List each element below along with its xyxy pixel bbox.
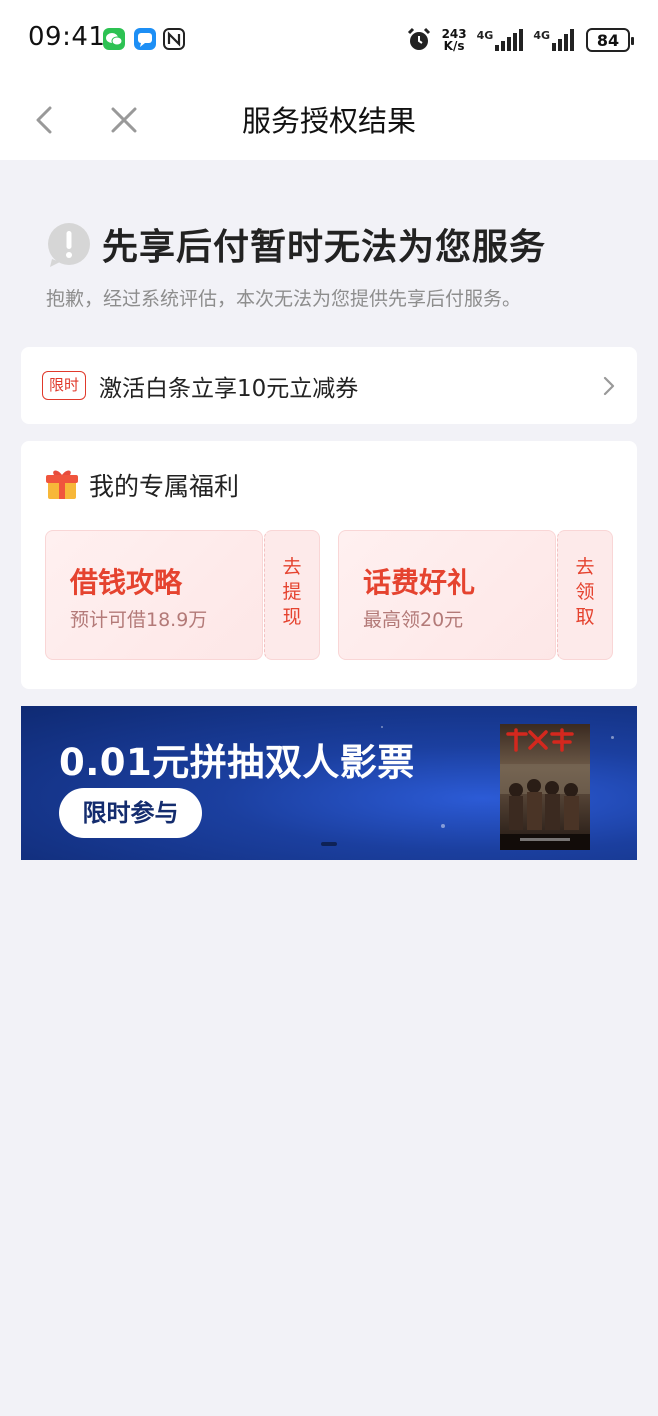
status-time: 09:41 [28,22,106,52]
carousel-indicator [321,842,337,846]
coupon-action-char: 现 [282,606,302,628]
battery-level: 84 [596,30,620,50]
benefits-card: 我的专属福利 借钱攻略 预计可借18.9万 去 提 现 话费好礼 最高领20元 … [21,441,637,689]
promo-row[interactable]: 限时 激活白条立享10元立减券 [21,347,637,424]
wechat-icon [103,28,125,50]
chevron-right-icon [603,376,615,396]
claim-button[interactable]: 去 领 取 [557,530,613,660]
chat-bubble-icon [134,28,156,50]
coupon-subtitle: 最高领20元 [363,609,464,631]
sparkle [611,736,614,739]
sparkle [441,824,445,828]
gift-icon [46,470,78,499]
status-bar: 09:41 243 K/s 4G 4G 84 [0,0,658,80]
movie-ticket-banner[interactable]: 0.01元拼抽双人影票 限时参与 [21,706,637,860]
limited-badge: 限时 [42,371,87,400]
join-now-button[interactable]: 限时参与 [59,788,202,838]
result-heading: 先享后付暂时无法为您服务 [46,218,546,270]
result-title: 先享后付暂时无法为您服务 [102,227,547,268]
coupon-action-char: 提 [282,581,302,603]
signal-2: 4G [533,29,576,51]
withdraw-button[interactable]: 去 提 现 [264,530,320,660]
result-subtitle: 抱歉，经过系统评估，本次无法为您提供先享后付服务。 [46,288,522,310]
signal-1-label: 4G [476,29,494,42]
coupon-action-char: 领 [575,581,595,603]
coupon-action-char: 去 [282,556,302,578]
net-speed-unit: K/s [443,39,465,53]
movie-title-art [506,728,574,752]
battery-indicator: 84 [586,28,634,52]
coupon-action: 去 领 取 [558,555,612,630]
coupon-main[interactable]: 借钱攻略 预计可借18.9万 [45,530,263,660]
coupon-action-char: 取 [575,606,595,628]
signal-1: 4G [477,29,524,51]
coupon-action-char: 去 [575,556,595,578]
signal-2-label: 4G [533,29,550,42]
coupon-subtitle: 预计可借18.9万 [70,609,208,631]
sparkle [381,726,383,728]
coupon-title: 借钱攻略 [70,566,183,599]
coupon-main[interactable]: 话费好礼 最高领20元 [338,530,556,660]
exclamation-bubble-icon [48,223,90,267]
net-speed: 243 K/s [442,28,467,52]
coupon-action: 去 提 现 [265,555,319,630]
benefits-title: 我的专属福利 [89,472,240,501]
movie-poster-image [500,724,590,850]
banner-title: 0.01元拼抽双人影票 [59,741,415,784]
promo-text: 激活白条立享10元立减券 [99,376,359,402]
page-title: 服务授权结果 [241,104,416,138]
signal-bars-icon [552,29,574,51]
status-right: 243 K/s 4G 4G 84 [406,22,634,58]
nfc-icon [163,28,185,50]
nav-bar: 服务授权结果 [0,80,658,160]
coupon-title: 话费好礼 [363,566,476,599]
alarm-icon [407,27,430,50]
signal-bars-icon [495,29,524,51]
